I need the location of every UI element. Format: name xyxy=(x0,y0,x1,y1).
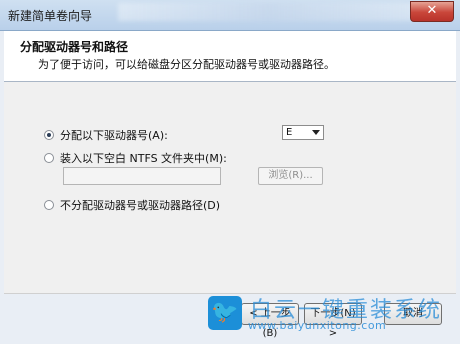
window-title: 新建简单卷向导 xyxy=(8,9,93,23)
wizard-content xyxy=(4,82,456,294)
page-title: 分配驱动器号和路径 xyxy=(20,40,129,54)
radio-mount-folder[interactable]: 装入以下空白 NTFS 文件夹中(M): xyxy=(44,150,227,166)
browse-button[interactable]: 浏览(R)... xyxy=(258,167,323,185)
radio-button-icon[interactable] xyxy=(44,153,54,163)
page-subtitle: 为了便于访问，可以给磁盘分区分配驱动器号或驱动器路径。 xyxy=(38,58,335,71)
radio-button-icon[interactable] xyxy=(44,200,54,210)
radio-assign-letter-label: 分配以下驱动器号(A): xyxy=(60,129,168,142)
radio-assign-letter[interactable]: 分配以下驱动器号(A): xyxy=(44,127,168,143)
wizard-header: 分配驱动器号和路径 为了便于访问，可以给磁盘分区分配驱动器号或驱动器路径。 xyxy=(4,31,456,82)
title-bar: 新建简单卷向导 ✕ xyxy=(0,0,460,31)
cancel-button[interactable]: 取消 xyxy=(384,303,442,325)
radio-button-icon[interactable] xyxy=(44,130,54,140)
radio-no-assign[interactable]: 不分配驱动器号或驱动器路径(D) xyxy=(44,197,220,213)
back-button[interactable]: < 上一步(B) xyxy=(241,303,299,339)
close-button[interactable]: ✕ xyxy=(410,1,454,22)
radio-mount-folder-label: 装入以下空白 NTFS 文件夹中(M): xyxy=(60,152,227,165)
folder-path-input[interactable] xyxy=(63,167,221,185)
wizard-footer: < 上一步(B) 下一步(N) > 取消 xyxy=(0,294,460,339)
next-button[interactable]: 下一步(N) > xyxy=(304,303,362,339)
chevron-down-icon[interactable] xyxy=(312,130,320,135)
blurred-background xyxy=(118,3,418,21)
drive-letter-value: E xyxy=(286,127,293,138)
radio-no-assign-label: 不分配驱动器号或驱动器路径(D) xyxy=(60,199,221,212)
drive-letter-select[interactable]: E xyxy=(282,125,324,140)
